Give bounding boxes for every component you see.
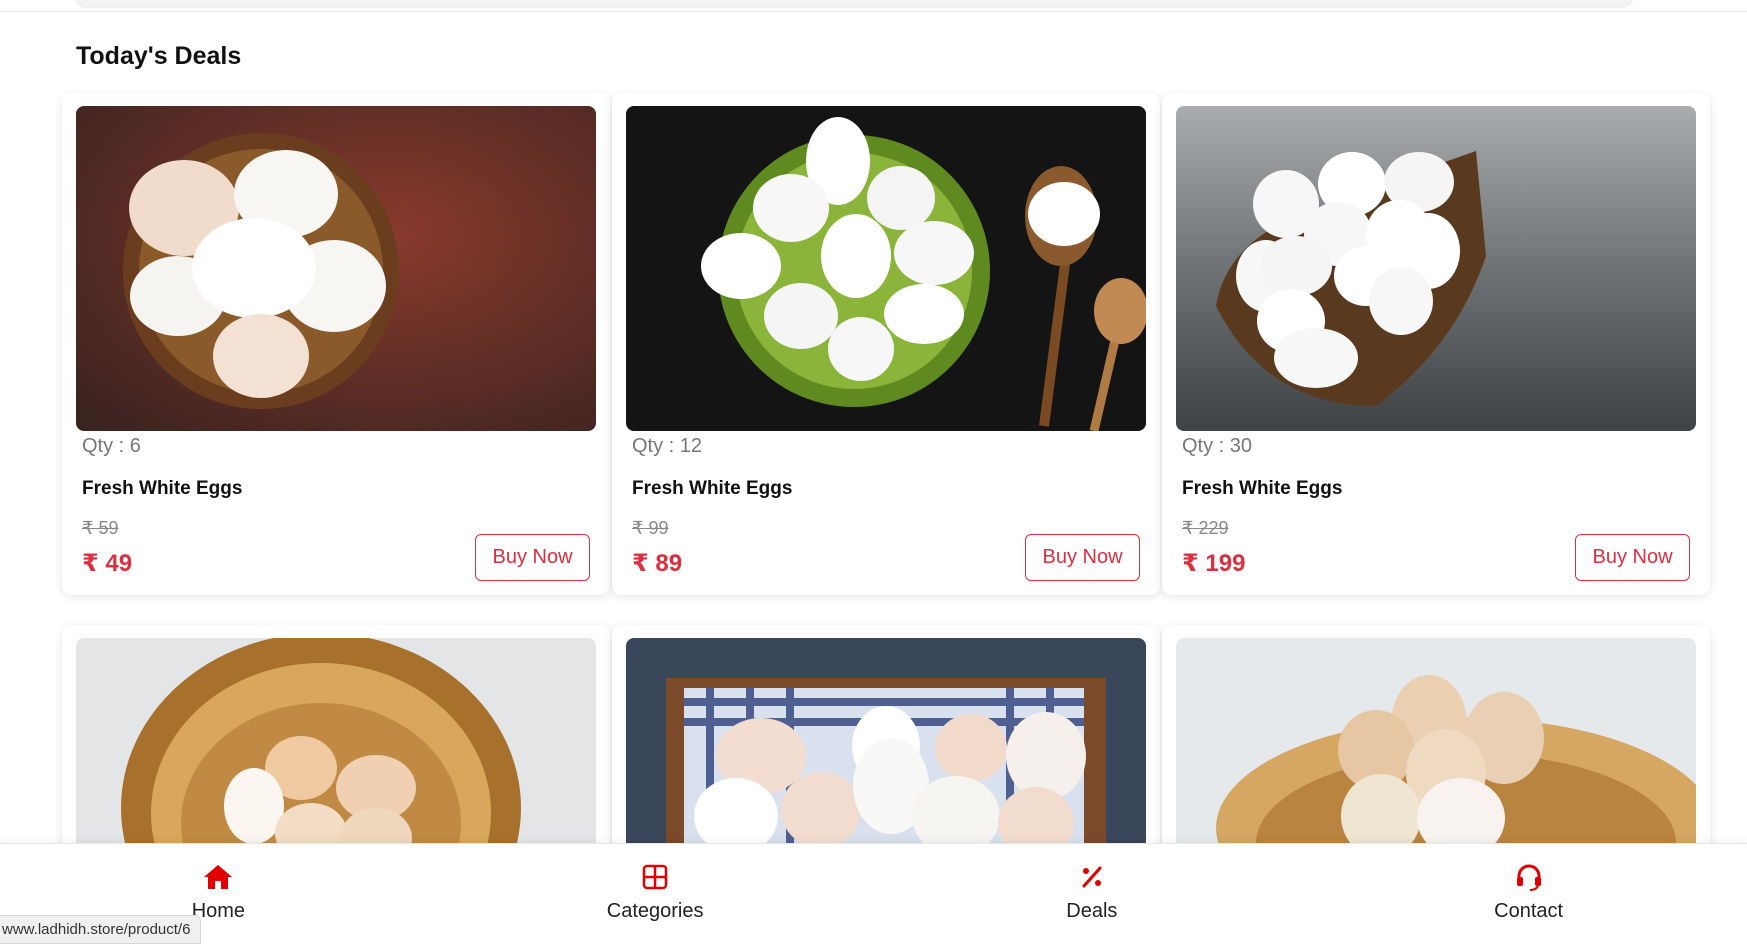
product-qty: Qty : 30 <box>1182 435 1253 457</box>
deal-card[interactable]: Qty : 6 Fresh White Eggs ₹ 59 ₹ 49 Buy N… <box>62 93 610 595</box>
section-title: Today's Deals <box>76 42 242 70</box>
product-image[interactable] <box>76 106 596 431</box>
deal-card[interactable]: Qty : 12 Fresh White Eggs ₹ 99 ₹ 89 Buy … <box>612 93 1160 595</box>
product-name[interactable]: Fresh White Eggs <box>632 478 792 500</box>
original-price: ₹ 59 <box>82 518 119 538</box>
buy-now-button[interactable]: Buy Now <box>1025 534 1140 581</box>
original-price: ₹ 99 <box>632 518 669 538</box>
nav-deals[interactable]: Deals <box>874 844 1311 944</box>
home-icon <box>204 865 233 889</box>
bottom-nav: Home Categories Deals Contact <box>0 843 1747 944</box>
nav-categories-label: Categories <box>606 900 704 922</box>
product-qty: Qty : 6 <box>82 435 141 457</box>
header-edge <box>0 0 1747 12</box>
deal-card[interactable]: Qty : 30 Fresh White Eggs ₹ 229 ₹ 199 Bu… <box>1162 93 1710 595</box>
search-bar[interactable] <box>76 0 1632 6</box>
product-name[interactable]: Fresh White Eggs <box>1182 478 1342 500</box>
product-name[interactable]: Fresh White Eggs <box>82 478 242 500</box>
nav-deals-label: Deals <box>1066 900 1118 922</box>
product-image[interactable] <box>626 106 1146 431</box>
status-bar-url: www.ladhidh.store/product/6 <box>0 915 202 944</box>
nav-categories[interactable]: Categories <box>437 844 874 944</box>
grid-icon <box>642 864 668 890</box>
deal-price: ₹ 89 <box>632 550 683 577</box>
nav-contact-label: Contact <box>1494 900 1564 922</box>
original-price: ₹ 229 <box>1182 518 1229 538</box>
headset-icon <box>1516 864 1541 891</box>
buy-now-button[interactable]: Buy Now <box>475 534 590 581</box>
product-image[interactable] <box>1176 106 1696 431</box>
deal-price: ₹ 49 <box>82 550 133 577</box>
buy-now-button[interactable]: Buy Now <box>1575 534 1690 581</box>
percent-icon <box>1082 866 1102 888</box>
deal-price: ₹ 199 <box>1182 550 1246 577</box>
nav-contact[interactable]: Contact <box>1310 844 1747 944</box>
product-qty: Qty : 12 <box>632 435 703 457</box>
